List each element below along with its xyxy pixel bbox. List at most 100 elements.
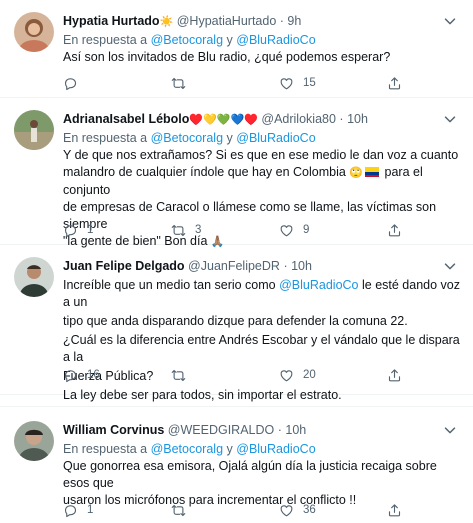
avatar[interactable]: [14, 257, 54, 297]
reply-button[interactable]: 1: [63, 220, 93, 240]
avatar[interactable]: [14, 421, 54, 461]
display-name[interactable]: Hypatia Hurtado: [63, 14, 160, 28]
retweet-icon: [171, 368, 186, 383]
tweet-actions: 1 36: [63, 500, 461, 520]
reply-icon: [63, 223, 78, 238]
separator: ·: [283, 259, 288, 273]
like-icon: [279, 503, 294, 518]
share-icon: [387, 503, 402, 518]
reply-icon: [63, 76, 78, 91]
text-segment: malandro de cualquier índole que hay en …: [63, 165, 346, 179]
reply-and: y: [226, 442, 233, 456]
timestamp[interactable]: 10h: [347, 112, 368, 126]
like-icon: [279, 368, 294, 383]
retweet-button[interactable]: 3: [171, 220, 201, 240]
like-button[interactable]: 36: [279, 500, 316, 520]
reply-context: En respuesta a @Betocoralg y @BluRadioCo: [63, 32, 316, 48]
name-emoji: ♥️💛💚💙♥️: [189, 114, 258, 126]
reply-icon: [63, 503, 78, 518]
tweet[interactable]: William Corvinus @WEEDGIRALDO · 10h En r…: [0, 406, 473, 523]
text-line: Increíble que un medio tan serio como @B…: [63, 277, 461, 311]
avatar[interactable]: [14, 12, 54, 52]
mention-link[interactable]: @BluRadioCo: [236, 131, 315, 145]
tweet[interactable]: Hypatia Hurtado☀️ @HypatiaHurtado · 9h E…: [0, 0, 473, 98]
tweet-header: Juan Felipe Delgado @JuanFelipeDR · 10h: [63, 257, 461, 275]
mention-link[interactable]: @Betocoralg: [151, 442, 223, 456]
share-icon: [387, 368, 402, 383]
name-emoji: ☀️: [159, 16, 174, 28]
like-button[interactable]: 9: [279, 220, 309, 240]
reply-icon: [63, 368, 78, 383]
tweet-header: Hypatia Hurtado☀️ @HypatiaHurtado · 9h: [63, 12, 461, 30]
reply-prefix: En respuesta a: [63, 131, 148, 145]
reply-context: En respuesta a @Betocoralg y @BluRadioCo: [63, 441, 316, 457]
mention-link[interactable]: @Betocoralg: [151, 33, 223, 47]
share-button[interactable]: [387, 500, 402, 520]
timestamp[interactable]: 10h: [291, 259, 312, 273]
colombia-flag-icon: [365, 167, 380, 177]
retweet-button[interactable]: [171, 500, 195, 520]
retweet-button[interactable]: [171, 365, 195, 385]
separator: ·: [279, 14, 284, 28]
reply-count: 16: [87, 369, 100, 381]
like-icon: [279, 223, 294, 238]
text-line: malandro de cualquier índole que hay en …: [63, 164, 461, 199]
tweet-actions: 16 20: [63, 365, 461, 385]
share-button[interactable]: [387, 73, 402, 93]
more-icon[interactable]: [441, 421, 459, 439]
retweet-icon: [171, 76, 186, 91]
more-icon[interactable]: [441, 110, 459, 128]
reply-button[interactable]: 16: [63, 365, 100, 385]
reply-prefix: En respuesta a: [63, 442, 148, 456]
share-button[interactable]: [387, 365, 402, 385]
retweet-button[interactable]: [171, 73, 195, 93]
like-icon: [279, 76, 294, 91]
mention-link[interactable]: @BluRadioCo: [236, 33, 315, 47]
retweet-icon: [171, 503, 186, 518]
retweet-count: 3: [195, 224, 202, 236]
tweet-text: Así son los invitados de Blu radio, ¿qué…: [63, 50, 391, 64]
mention-link[interactable]: @Betocoralg: [151, 131, 223, 145]
like-count: 20: [303, 369, 316, 381]
tweet[interactable]: Juan Felipe Delgado @JuanFelipeDR · 10h …: [0, 245, 473, 402]
handle[interactable]: @HypatiaHurtado: [177, 14, 277, 28]
reply-prefix: En respuesta a: [63, 33, 148, 47]
text-line: tipo que anda disparando dizque para def…: [63, 314, 408, 328]
tweet-header: AdrianaIsabel Lébolo♥️💛💚💙♥️ @Adrilokia80…: [63, 110, 461, 128]
reply-count: 1: [87, 224, 94, 236]
handle[interactable]: @Adrilokia80: [261, 112, 336, 126]
more-icon[interactable]: [441, 257, 459, 275]
reply-count: 1: [87, 504, 94, 516]
display-name[interactable]: AdrianaIsabel Lébolo: [63, 112, 189, 126]
reply-and: y: [226, 131, 233, 145]
separator: ·: [277, 423, 282, 437]
mention-link[interactable]: @BluRadioCo: [236, 442, 315, 456]
handle[interactable]: @WEEDGIRALDO: [168, 423, 274, 437]
handle[interactable]: @JuanFelipeDR: [188, 259, 280, 273]
separator: ·: [339, 112, 344, 126]
reply-button[interactable]: 1: [63, 500, 93, 520]
display-name[interactable]: Juan Felipe Delgado: [63, 259, 185, 273]
mention-link[interactable]: @BluRadioCo: [279, 278, 358, 292]
text-line: Que gonorrea esa emisora, Ojalá algún dí…: [63, 459, 437, 490]
like-count: 9: [303, 224, 310, 236]
text-segment: Increíble que un medio tan serio como: [63, 278, 276, 292]
like-count: 36: [303, 504, 316, 516]
retweet-icon: [171, 223, 186, 238]
share-icon: [387, 76, 402, 91]
share-button[interactable]: [387, 220, 402, 240]
like-button[interactable]: 15: [279, 73, 316, 93]
like-button[interactable]: 20: [279, 365, 316, 385]
text-line: Y de que nos extrañamos? Si es que en es…: [63, 148, 459, 162]
avatar[interactable]: [14, 110, 54, 150]
reply-button[interactable]: [63, 73, 87, 93]
more-icon[interactable]: [441, 12, 459, 30]
timestamp[interactable]: 9h: [287, 14, 301, 28]
eye-roll-emoji: 🙄: [349, 167, 364, 179]
tweet[interactable]: AdrianaIsabel Lébolo♥️💛💚💙♥️ @Adrilokia80…: [0, 98, 473, 248]
text-line: La ley debe ser para todos, sin importar…: [63, 388, 342, 402]
reply-and: y: [226, 33, 233, 47]
like-count: 15: [303, 77, 316, 89]
timestamp[interactable]: 10h: [285, 423, 306, 437]
display-name[interactable]: William Corvinus: [63, 423, 164, 437]
